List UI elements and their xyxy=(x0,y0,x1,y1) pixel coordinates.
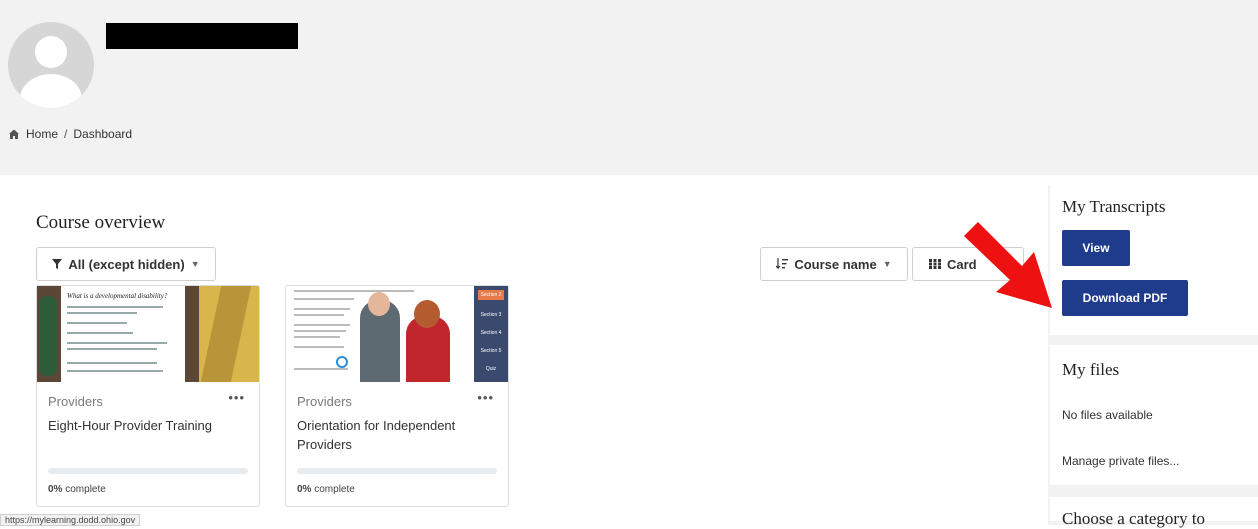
slide-text-line xyxy=(294,314,344,316)
course-overview-title: Course overview xyxy=(36,212,166,233)
slide-sidebar: Section 2 Section 3 Section 4 Section 5 … xyxy=(474,286,508,382)
transcripts-title: My Transcripts xyxy=(1062,197,1166,216)
course-card[interactable]: Section 2 Section 3 Section 4 Section 5 … xyxy=(285,285,509,507)
slide-text-line xyxy=(67,332,133,334)
course-sort-dropdown[interactable]: Course name ▼ xyxy=(760,247,908,281)
progress-percent: 0% xyxy=(48,484,63,495)
files-title: My files xyxy=(1062,360,1120,379)
slide-text-line xyxy=(67,348,157,350)
red-arrow-annotation xyxy=(964,222,1052,308)
course-image[interactable]: Section 2 Section 3 Section 4 Section 5 … xyxy=(286,286,508,382)
more-icon[interactable]: ••• xyxy=(477,390,494,405)
redacted-user-name xyxy=(106,23,298,49)
slide-text-line xyxy=(294,336,340,338)
breadcrumb: Home / Dashboard xyxy=(8,127,132,141)
slide-tag: Section 2 xyxy=(478,290,504,300)
slide-tag: Section 5 xyxy=(480,348,502,354)
slide-text-line xyxy=(67,322,127,324)
course-filter-dropdown[interactable]: All (except hidden) ▼ xyxy=(36,247,216,281)
progress-bar xyxy=(48,468,248,474)
more-icon[interactable]: ••• xyxy=(228,390,245,405)
filter-label: All (except hidden) xyxy=(68,256,185,272)
course-category: Providers xyxy=(297,394,352,409)
avatar[interactable] xyxy=(8,22,94,108)
files-block: My files No files available Manage priva… xyxy=(1050,345,1258,485)
slide-text-line xyxy=(67,342,167,344)
plant-shape xyxy=(39,296,57,376)
home-icon xyxy=(9,129,19,139)
slide-text-line xyxy=(67,306,163,308)
slide-text-line xyxy=(67,312,137,314)
slide-text-line xyxy=(294,346,344,348)
slide-text-line xyxy=(294,298,354,300)
breadcrumb-home[interactable]: Home xyxy=(26,127,58,141)
category-title: Choose a category to xyxy=(1062,509,1206,528)
breadcrumb-current[interactable]: Dashboard xyxy=(73,127,132,141)
slide-paper xyxy=(61,286,185,382)
slide-text-line xyxy=(294,324,350,326)
status-bar-url: https://mylearning.dodd.ohio.gov xyxy=(0,514,141,526)
transcripts-block: My Transcripts View Download PDF xyxy=(1050,185,1258,335)
progress-text: 0% complete xyxy=(48,484,106,495)
no-files-text: No files available xyxy=(1062,408,1153,422)
slide-text-line xyxy=(67,370,163,372)
course-title[interactable]: Orientation for Independent Providers xyxy=(297,416,487,454)
avatar-head-shape xyxy=(35,36,67,68)
progress-percent: 0% xyxy=(297,484,312,495)
chevron-down-icon: ▼ xyxy=(190,259,200,269)
course-card[interactable]: What is a developmental disability? Prov… xyxy=(36,285,260,507)
avatar-body-shape xyxy=(20,74,82,108)
filter-icon xyxy=(52,259,63,269)
slide-tag: Section 3 xyxy=(480,312,502,318)
course-image[interactable]: What is a developmental disability? xyxy=(37,286,259,382)
slide-text-line xyxy=(294,290,414,292)
slide-tag: Quiz xyxy=(485,366,497,372)
slide-heading: What is a developmental disability? xyxy=(67,292,168,300)
sort-icon xyxy=(776,258,789,270)
sort-label: Course name xyxy=(794,256,877,272)
slide-text-line xyxy=(294,368,348,370)
chevron-down-icon: ▼ xyxy=(882,259,892,269)
download-pdf-button[interactable]: Download PDF xyxy=(1062,280,1188,316)
breadcrumb-separator: / xyxy=(64,127,68,141)
photo-person-head xyxy=(368,292,390,316)
progress-bar xyxy=(297,468,497,474)
slide-text-line xyxy=(67,362,157,364)
course-title[interactable]: Eight-Hour Provider Training xyxy=(48,416,238,435)
grid-icon xyxy=(929,259,941,269)
slide-text-line xyxy=(294,308,350,310)
slide-tag: Section 4 xyxy=(480,330,502,336)
info-circle-icon xyxy=(336,356,348,368)
view-transcript-button[interactable]: View xyxy=(1062,230,1130,266)
progress-text: 0% complete xyxy=(297,484,355,495)
manage-files-link[interactable]: Manage private files... xyxy=(1062,454,1179,468)
photo-person-head xyxy=(414,300,440,328)
progress-suffix: complete xyxy=(65,484,106,495)
slide-text-line xyxy=(294,330,346,332)
course-category: Providers xyxy=(48,394,103,409)
progress-suffix: complete xyxy=(314,484,355,495)
category-block: Choose a category to xyxy=(1050,497,1258,528)
